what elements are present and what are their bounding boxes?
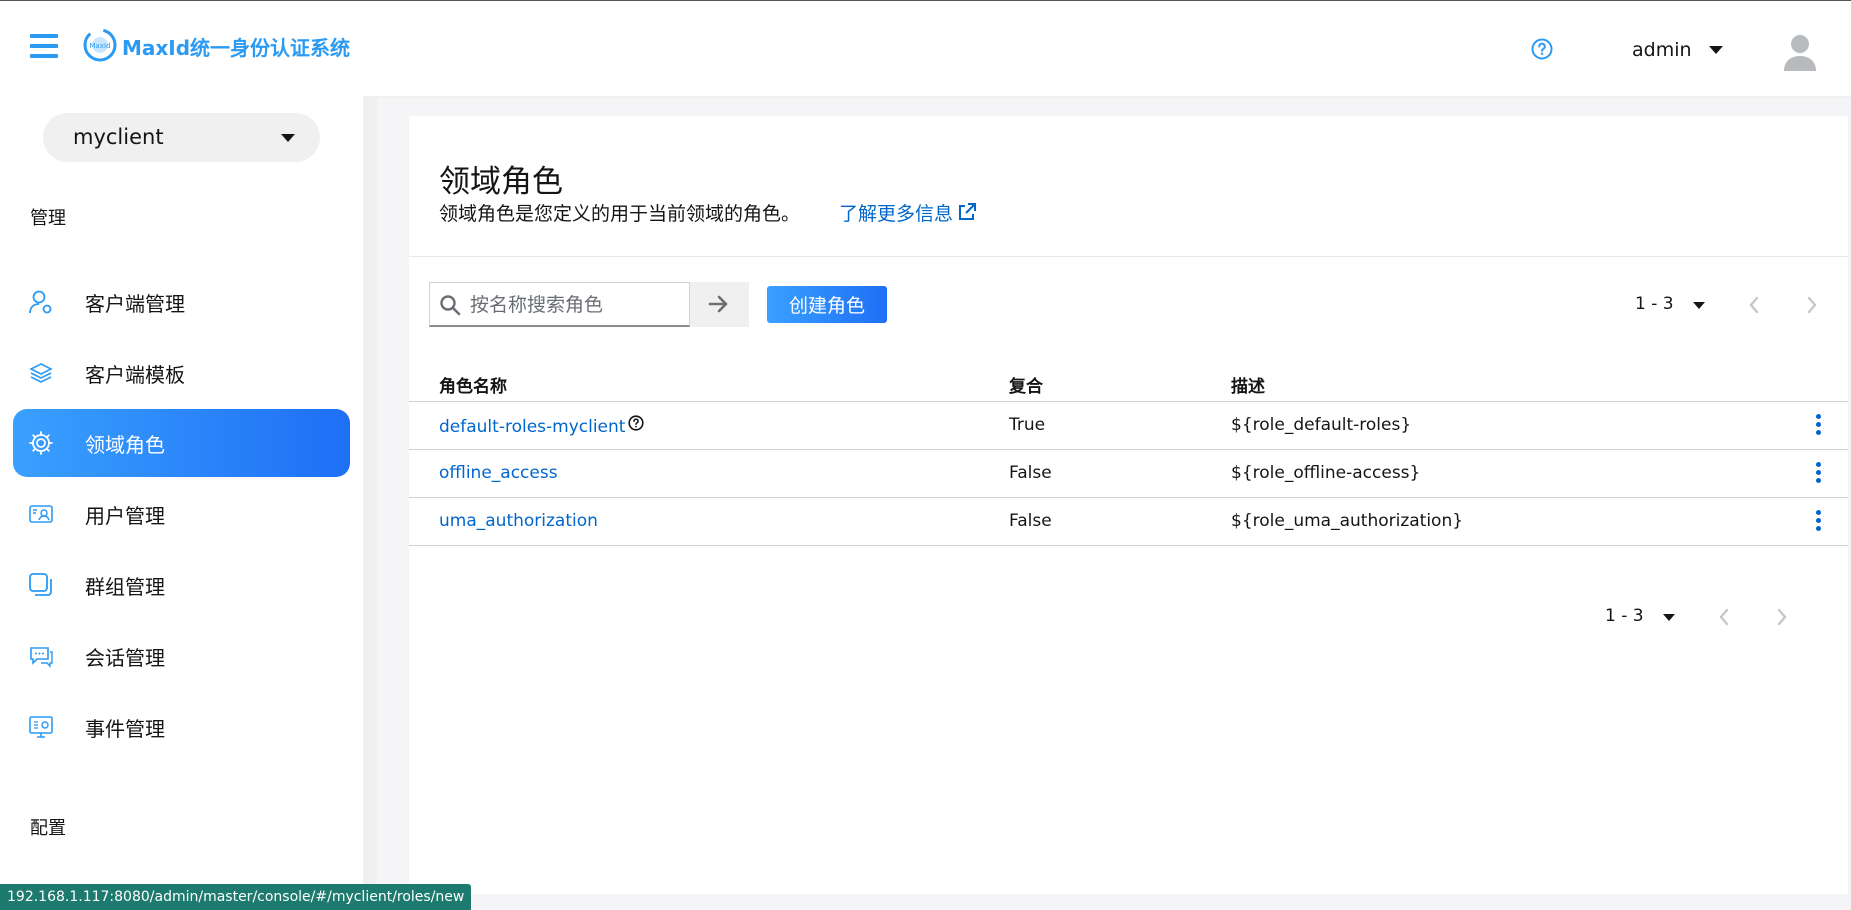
- sidebar-item-label: 用户管理: [85, 504, 165, 528]
- help-circle-icon[interactable]: [628, 415, 645, 431]
- page-title: 领域角色: [439, 164, 563, 200]
- learn-more-link[interactable]: 了解更多信息: [839, 199, 977, 226]
- table-header-row: 角色名称 复合 描述: [409, 356, 1848, 402]
- main-area: 领域角色 领域角色是您定义的用于当前领域的角色。 了解更多信息 创建角色 1 -…: [363, 96, 1851, 910]
- user-menu-name[interactable]: admin: [1632, 39, 1692, 61]
- sidebar-item-label: 客户端模板: [85, 363, 185, 387]
- sidebar: myclient 管理 客户端管理 客户端模板 领域角色 用户管理 群组管理 会…: [0, 96, 363, 910]
- user-icon: [29, 290, 52, 314]
- brand-logo-icon: MaxId: [83, 28, 117, 62]
- pagination-range[interactable]: 1 - 3: [1605, 606, 1644, 626]
- browser-status-bar: 192.168.1.117:8080/admin/master/console/…: [0, 884, 472, 910]
- section-title-manage: 管理: [30, 208, 66, 229]
- role-description: ${role_uma_authorization}: [1231, 511, 1464, 531]
- pagination-top: 1 - 3: [1635, 290, 1835, 320]
- role-name-link[interactable]: uma_authorization: [439, 511, 598, 531]
- hamburger-menu-icon[interactable]: [30, 34, 58, 62]
- role-description: ${role_offline-access}: [1231, 463, 1421, 483]
- layers-icon: [29, 363, 53, 383]
- search-submit-button[interactable]: [690, 282, 749, 327]
- sidebar-item-label: 客户端管理: [85, 292, 185, 316]
- gear-icon: [29, 431, 53, 455]
- row-actions-kebab-icon[interactable]: [1812, 510, 1824, 534]
- roles-table: 角色名称 复合 描述 default-roles-myclient True $…: [409, 356, 1848, 546]
- chevron-down-icon[interactable]: [1663, 614, 1675, 621]
- pagination-bottom: 1 - 3: [1605, 602, 1805, 632]
- sidebar-item-label: 会话管理: [85, 646, 165, 670]
- external-link-icon: [959, 203, 977, 220]
- user-menu-caret-icon[interactable]: [1709, 46, 1723, 54]
- sidebar-item-label: 群组管理: [85, 575, 165, 599]
- row-actions-kebab-icon[interactable]: [1812, 414, 1824, 438]
- help-icon[interactable]: [1531, 38, 1553, 60]
- realm-selector-value: myclient: [73, 125, 164, 149]
- column-header-name[interactable]: 角色名称: [439, 372, 507, 397]
- table-row: offline_access False ${role_offline-acce…: [409, 450, 1848, 498]
- sidebar-item-sessions[interactable]: 会话管理: [13, 622, 350, 690]
- sidebar-item-label: 事件管理: [85, 717, 165, 741]
- create-role-button[interactable]: 创建角色: [767, 286, 887, 323]
- column-header-description: 描述: [1231, 377, 1265, 397]
- sidebar-item-label: 领域角色: [85, 433, 165, 457]
- search-input[interactable]: [470, 291, 680, 319]
- search-icon: [440, 295, 461, 316]
- monitor-icon: [29, 716, 53, 738]
- role-composite: True: [1009, 415, 1046, 435]
- content-card: 领域角色 领域角色是您定义的用于当前领域的角色。 了解更多信息 创建角色 1 -…: [409, 116, 1848, 894]
- chevron-left-icon[interactable]: [1748, 295, 1760, 315]
- pagination-range[interactable]: 1 - 3: [1635, 294, 1674, 314]
- id-card-icon: [29, 505, 53, 523]
- realm-selector[interactable]: myclient: [43, 113, 320, 162]
- sidebar-item-events[interactable]: 事件管理: [13, 693, 350, 761]
- sidebar-item-groups[interactable]: 群组管理: [13, 551, 350, 619]
- chevron-left-icon[interactable]: [1718, 607, 1730, 627]
- group-icon: [29, 573, 52, 596]
- chevron-right-icon[interactable]: [1806, 295, 1818, 315]
- chat-icon: [30, 647, 53, 668]
- chevron-down-icon[interactable]: [1693, 302, 1705, 309]
- sidebar-item-realm-roles[interactable]: 领域角色: [13, 409, 350, 477]
- svg-text:MaxId: MaxId: [90, 42, 111, 50]
- header-divider: [409, 256, 1848, 257]
- search-box: [429, 282, 690, 327]
- chevron-down-icon: [281, 134, 295, 142]
- role-description: ${role_default-roles}: [1231, 415, 1412, 435]
- section-title-config: 配置: [30, 818, 66, 839]
- main-background: 领域角色 领域角色是您定义的用于当前领域的角色。 了解更多信息 创建角色 1 -…: [377, 98, 1851, 910]
- page-description: 领域角色是您定义的用于当前领域的角色。: [439, 203, 801, 225]
- sidebar-item-clients[interactable]: 客户端管理: [13, 268, 350, 336]
- sidebar-item-users[interactable]: 用户管理: [13, 480, 350, 548]
- role-composite: False: [1009, 511, 1052, 531]
- role-name-text: default-roles-myclient: [439, 417, 626, 437]
- column-header-composite: 复合: [1009, 377, 1043, 397]
- table-row: default-roles-myclient True ${role_defau…: [409, 402, 1848, 450]
- row-actions-kebab-icon[interactable]: [1812, 462, 1824, 486]
- chevron-right-icon[interactable]: [1776, 607, 1788, 627]
- role-name-link[interactable]: offline_access: [439, 463, 558, 483]
- brand-name: MaxId统一身份认证系统: [122, 36, 351, 60]
- table-row: uma_authorization False ${role_uma_autho…: [409, 498, 1848, 546]
- role-name-link[interactable]: default-roles-myclient: [439, 415, 645, 437]
- arrow-right-icon: [708, 295, 728, 313]
- role-composite: False: [1009, 463, 1052, 483]
- learn-more-label: 了解更多信息: [839, 203, 954, 225]
- avatar[interactable]: [1782, 33, 1818, 71]
- sidebar-item-client-templates[interactable]: 客户端模板: [13, 339, 350, 407]
- masthead: MaxId MaxId统一身份认证系统 admin: [0, 0, 1851, 96]
